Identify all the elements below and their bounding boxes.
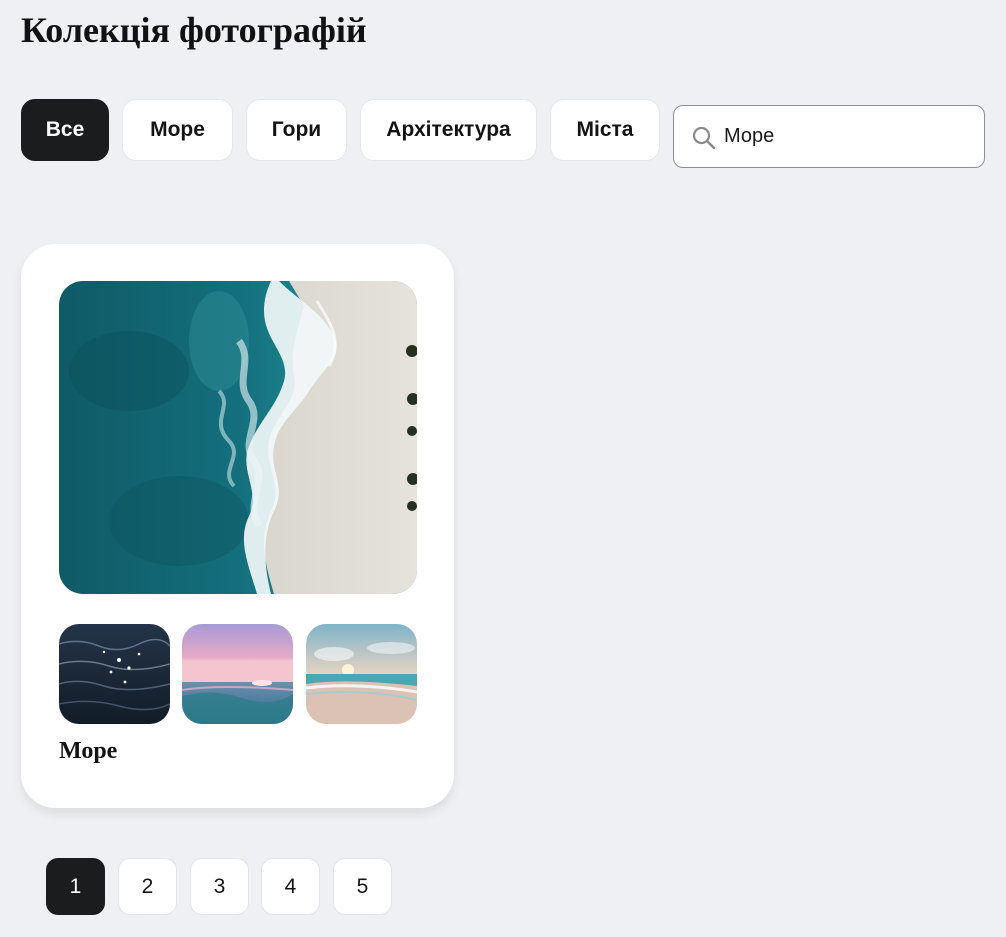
filter-chip-all[interactable]: Все <box>21 99 109 161</box>
page-button-4[interactable]: 4 <box>261 858 320 915</box>
photo-card[interactable]: Море <box>21 244 454 808</box>
page-title: Колекція фотографій <box>21 10 367 50</box>
page-button-2[interactable]: 2 <box>118 858 177 915</box>
page: Колекція фотографій Все Море Гори Архіте… <box>0 0 1006 937</box>
card-title: Море <box>59 738 118 764</box>
page-button-3[interactable]: 3 <box>190 858 249 915</box>
filter-chip-architecture[interactable]: Архітектура <box>360 99 537 161</box>
filter-chip-cities[interactable]: Міста <box>550 99 660 161</box>
beach-sunset-image[interactable] <box>306 624 417 724</box>
pink-sunset-sea-image[interactable] <box>182 624 293 724</box>
page-button-5[interactable]: 5 <box>333 858 392 915</box>
aerial-ocean-beach-image[interactable] <box>59 281 417 594</box>
ocean-waves-image[interactable] <box>59 624 170 724</box>
search-icon <box>691 125 717 151</box>
filter-chip-mountains[interactable]: Гори <box>246 99 347 161</box>
search-input[interactable] <box>724 106 974 167</box>
page-button-1[interactable]: 1 <box>46 858 105 915</box>
search-box[interactable] <box>673 105 985 168</box>
filter-chip-sea[interactable]: Море <box>122 99 233 161</box>
